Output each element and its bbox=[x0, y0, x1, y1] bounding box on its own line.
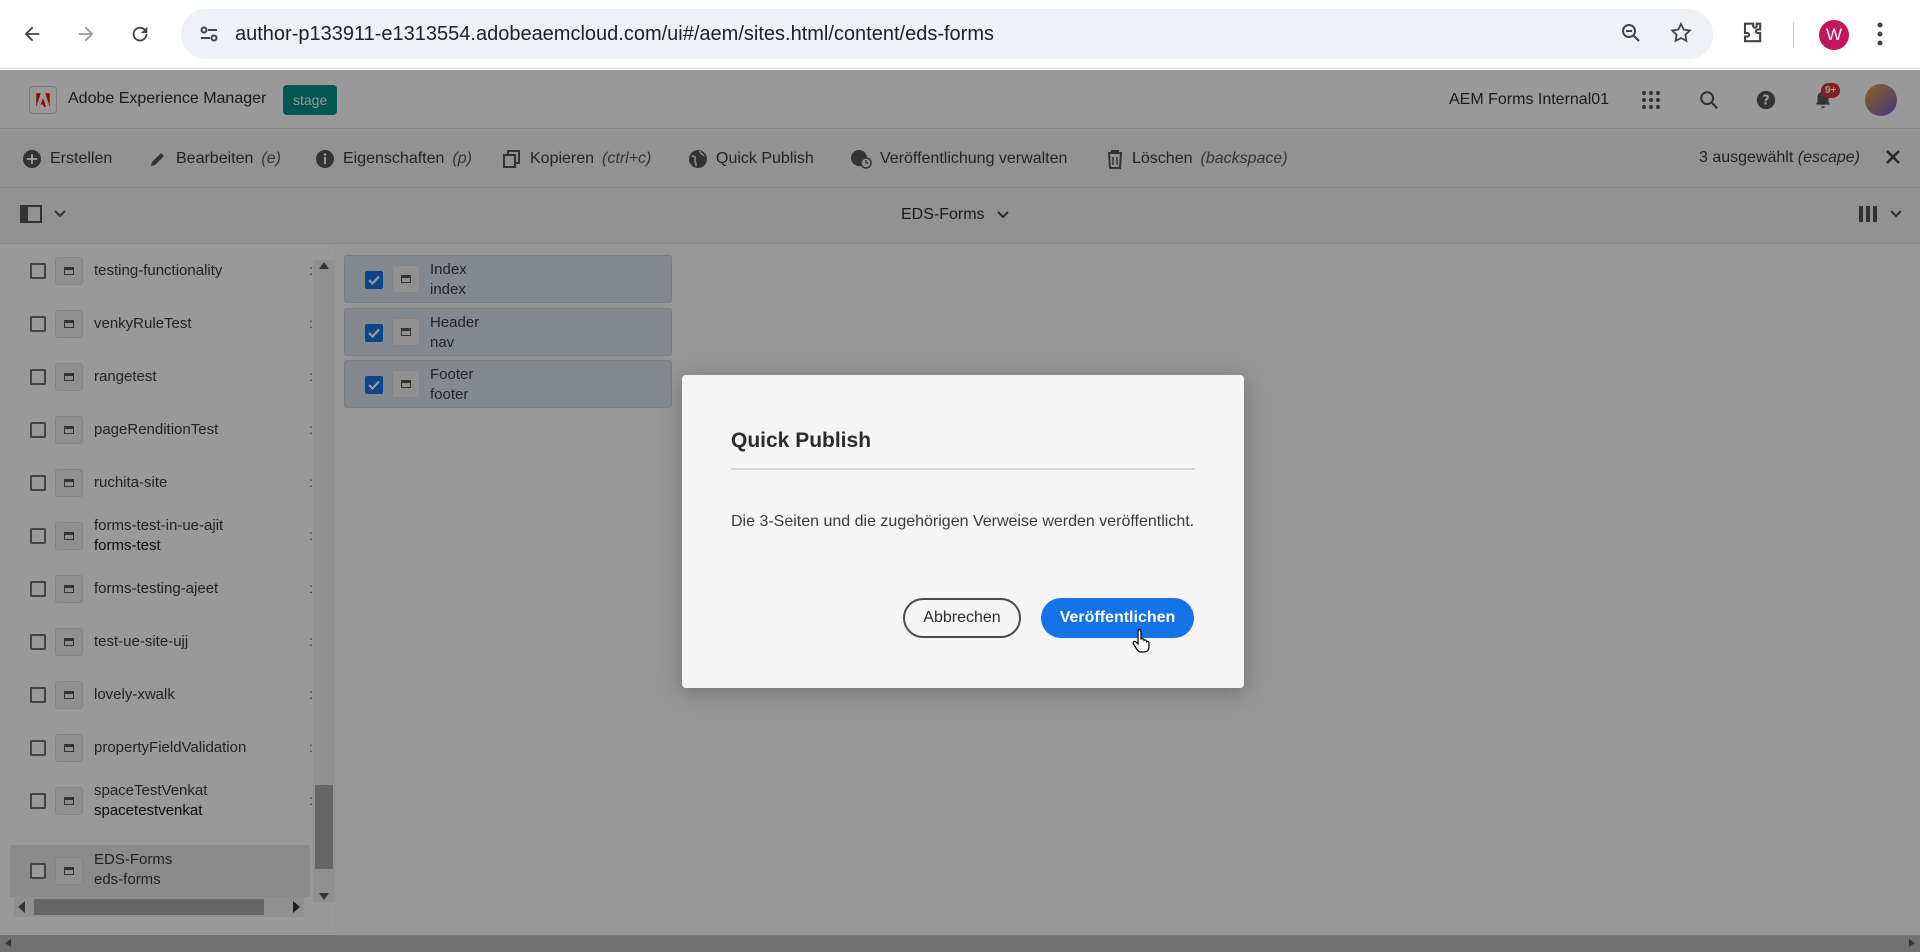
dialog-message: Die 3-Seiten und die zugehörigen Verweis… bbox=[731, 513, 1195, 530]
forward-icon[interactable] bbox=[68, 16, 104, 52]
hand-cursor-icon bbox=[1132, 629, 1150, 653]
reload-icon[interactable] bbox=[122, 16, 158, 52]
publish-button[interactable]: Veröffentlichen bbox=[1041, 598, 1194, 638]
site-settings-icon[interactable] bbox=[197, 22, 221, 46]
bookmark-star-icon[interactable] bbox=[1669, 21, 1693, 50]
address-bar[interactable]: author-p133911-e1313554.adobeaemcloud.co… bbox=[181, 9, 1713, 59]
toolbar-divider bbox=[1793, 22, 1794, 48]
zoom-icon[interactable] bbox=[1619, 21, 1643, 50]
browser-chrome: author-p133911-e1313554.adobeaemcloud.co… bbox=[0, 0, 1920, 69]
cancel-button[interactable]: Abbrechen bbox=[903, 598, 1021, 638]
dialog-title: Quick Publish bbox=[731, 429, 872, 452]
quick-publish-dialog: Quick Publish Die 3-Seiten und die zugeh… bbox=[682, 375, 1244, 688]
browser-menu-icon[interactable] bbox=[1876, 20, 1884, 53]
profile-avatar[interactable]: W bbox=[1819, 20, 1849, 50]
back-icon[interactable] bbox=[14, 16, 50, 52]
extensions-icon[interactable] bbox=[1738, 19, 1766, 52]
url-text: author-p133911-e1313554.adobeaemcloud.co… bbox=[235, 23, 994, 45]
dialog-divider bbox=[731, 468, 1195, 470]
